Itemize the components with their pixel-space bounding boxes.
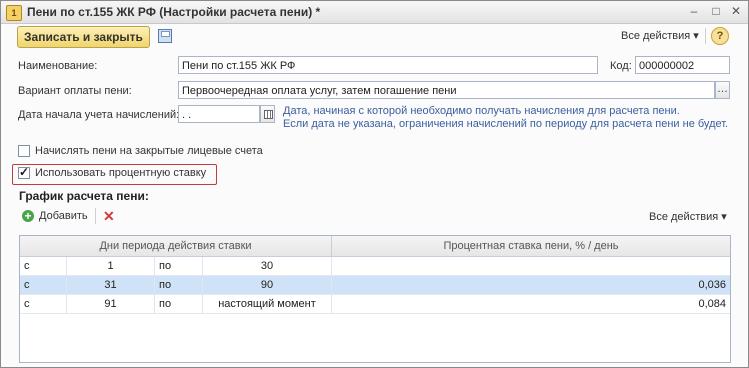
rate-cell: 0,036 — [698, 279, 726, 291]
minimize-icon[interactable]: – — [686, 4, 702, 19]
date-field[interactable]: . . — [178, 105, 260, 123]
app-icon: 1 — [6, 5, 22, 21]
maximize-icon[interactable]: □ — [708, 4, 724, 19]
delete-icon[interactable]: ✕ — [103, 208, 115, 225]
calendar-icon[interactable] — [260, 105, 275, 123]
close-icon[interactable]: ✕ — [728, 4, 744, 19]
date-label: Дата начала учета начислений: — [18, 109, 180, 121]
use-rate-label[interactable]: Использовать процентную ставку — [35, 167, 206, 179]
window-title: Пени по ст.155 ЖК РФ (Настройки расчета … — [27, 5, 321, 19]
add-button[interactable]: Добавить — [39, 210, 88, 222]
form-toolbar: Записать и закрыть Все действия ▾ ? — [1, 24, 748, 50]
table-row[interactable]: с 1 по 30 — [20, 257, 730, 276]
settings-window: 1 Пени по ст.155 ЖК РФ (Настройки расчет… — [0, 0, 749, 368]
help-icon[interactable]: ? — [711, 27, 729, 45]
schedule-title: График расчета пени: — [19, 189, 149, 203]
closed-accounts-label[interactable]: Начислять пени на закрытые лицевые счета — [35, 145, 263, 157]
all-actions-menu[interactable]: Все действия ▾ — [621, 29, 699, 42]
to-day-cell: 30 — [203, 257, 332, 276]
title-bar: 1 Пени по ст.155 ЖК РФ (Настройки расчет… — [1, 1, 748, 24]
variant-label: Вариант оплаты пени: — [18, 85, 132, 97]
from-day-cell: 31 — [67, 276, 155, 295]
add-icon[interactable]: + — [22, 210, 34, 222]
from-day-cell: 91 — [67, 295, 155, 314]
code-field[interactable]: 000000002 — [635, 56, 730, 74]
toolbar-divider — [705, 28, 706, 44]
use-rate-checkbox[interactable] — [18, 165, 30, 179]
from-word-cell: с — [20, 257, 67, 276]
date-hint-line-1: Дата, начиная с которой необходимо получ… — [283, 105, 680, 117]
name-field[interactable]: Пени по ст.155 ЖК РФ — [178, 56, 598, 74]
rate-cell — [332, 257, 730, 276]
closed-accounts-checkbox[interactable] — [18, 145, 30, 157]
schedule-all-actions-menu[interactable]: Все действия ▾ — [649, 210, 727, 223]
table-row[interactable]: с 91 по настоящий момент 0,084 — [20, 295, 730, 314]
variant-field[interactable]: Первоочередная оплата услуг, затем погаш… — [178, 81, 715, 99]
from-word-cell: с — [20, 295, 67, 314]
save-icon[interactable] — [158, 29, 172, 43]
save-and-close-button[interactable]: Записать и закрыть — [17, 26, 150, 48]
rate-schedule-table: Дни периода действия ставки Процентная с… — [19, 235, 731, 363]
to-word-cell: по — [155, 257, 203, 276]
name-label: Наименование: — [18, 60, 98, 72]
table-row-selected[interactable]: с 31 по 90 0,036 — [20, 276, 730, 295]
to-word-cell: по — [155, 276, 203, 295]
column-header-days[interactable]: Дни периода действия ставки — [20, 236, 332, 257]
date-hint-line-2: Если дата не указана, ограничения начисл… — [283, 118, 729, 130]
to-day-cell: настоящий момент — [203, 295, 332, 314]
rate-cell: 0,084 — [698, 298, 726, 310]
variant-select-button[interactable]: … — [715, 81, 730, 99]
code-label: Код: — [610, 60, 632, 72]
date-hint: Дата, начиная с которой необходимо получ… — [283, 105, 728, 131]
column-header-rate[interactable]: Процентная ставка пени, % / день — [332, 236, 730, 257]
from-word-cell: с — [20, 276, 67, 295]
to-word-cell: по — [155, 295, 203, 314]
schedule-toolbar-divider — [95, 208, 96, 224]
from-day-cell: 1 — [67, 257, 155, 276]
to-day-cell: 90 — [203, 276, 332, 295]
